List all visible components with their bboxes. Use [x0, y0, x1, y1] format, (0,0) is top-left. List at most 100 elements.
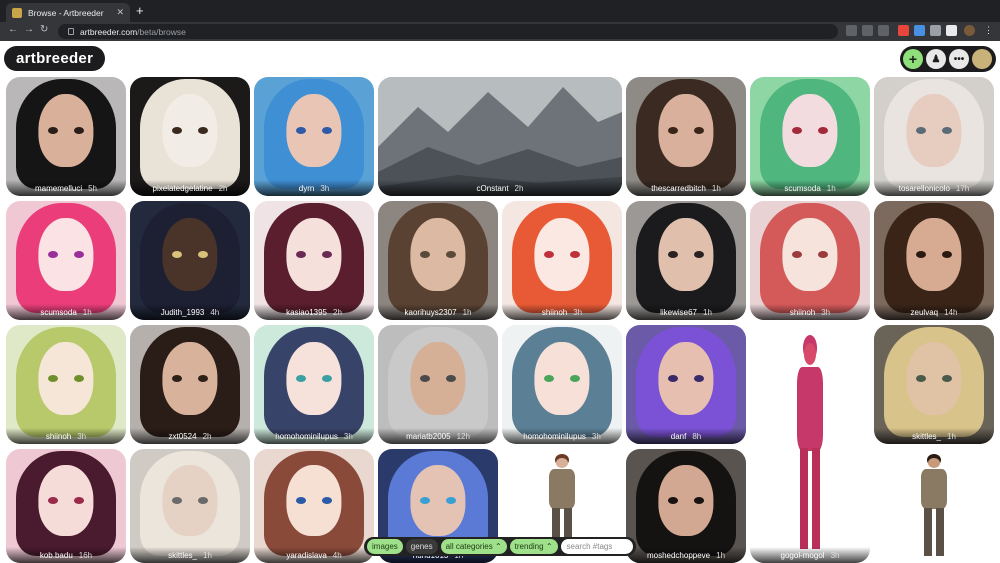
close-tab-icon[interactable]: ✕	[116, 7, 124, 18]
gallery-tile[interactable]: pixelatedgelatine 2h	[130, 77, 250, 196]
tile-username[interactable]: kasiao1395	[286, 308, 327, 317]
gallery-tile[interactable]: thescarredbitch 1h	[626, 77, 746, 196]
tile-username[interactable]: mamemelluci	[35, 184, 82, 193]
gallery-tile[interactable]: likewise67 1h	[626, 201, 746, 320]
tile-username[interactable]: thescarredbitch	[651, 184, 706, 193]
tile-username[interactable]: likewise67	[660, 308, 697, 317]
bell-icon[interactable]: ♟	[926, 49, 946, 69]
gallery-tile[interactable]: Judith_1993 4h	[130, 201, 250, 320]
gallery-tile[interactable]: zeulvaq 14h	[874, 201, 994, 320]
tile-username[interactable]: pixelatedgelatine	[153, 184, 213, 193]
gallery-tile[interactable]: homohominilupus 3h	[254, 325, 374, 444]
tile-username[interactable]: gogol-mogol	[781, 551, 825, 560]
artbreeder-logo[interactable]: artbreeder	[4, 46, 106, 71]
gallery-tile[interactable]: shiinoh 3h	[502, 201, 622, 320]
profile-avatar-icon[interactable]	[964, 25, 975, 36]
tile-username[interactable]: shiinoh	[790, 308, 815, 317]
gallery-tile[interactable]: skittles_ 1h	[874, 325, 994, 444]
extension-icon[interactable]	[914, 25, 925, 36]
plus-icon[interactable]: +	[903, 49, 923, 69]
address-bar[interactable]: artbreeder.com/beta/browse	[58, 24, 838, 39]
translate-icon[interactable]	[846, 25, 857, 36]
tile-username[interactable]: moshedchoppeve	[647, 551, 710, 560]
forward-icon[interactable]: →	[24, 24, 34, 35]
tile-username[interactable]: shiinoh	[46, 432, 71, 441]
gallery-tile[interactable]: cOnstant 2h	[378, 77, 622, 196]
gallery-tile[interactable]: mariatb2005 12h	[378, 325, 498, 444]
tile-username[interactable]: danf	[671, 432, 687, 441]
tile-username[interactable]: mariatb2005	[406, 432, 450, 441]
tile-username[interactable]: tosarellonicolo	[899, 184, 950, 193]
share-icon[interactable]	[862, 25, 873, 36]
tile-age: 1h	[462, 308, 472, 317]
tile-username[interactable]: dyrn	[299, 184, 315, 193]
gallery-tile[interactable]: kasiao1395 2h	[254, 201, 374, 320]
tile-username[interactable]: homohominilupus	[275, 432, 338, 441]
tile-username[interactable]: skittles_	[912, 432, 941, 441]
tile-username[interactable]: skittles_	[168, 551, 197, 560]
tile-age: 5h	[88, 184, 98, 193]
bookmark-star-icon[interactable]	[878, 25, 889, 36]
gallery-tile[interactable]: tosarellonicolo 17h	[874, 77, 994, 196]
tile-age: 2h	[514, 184, 524, 193]
tile-username[interactable]: zeulvaq	[911, 308, 939, 317]
tile-caption: moshedchoppeve 1h	[626, 547, 746, 563]
filter-bar: images genes all categories ⌃ trending ⌃…	[364, 537, 636, 556]
user-avatar[interactable]	[972, 49, 992, 69]
more-icon[interactable]: •••	[949, 49, 969, 69]
browser-tab[interactable]: Browse - Artbreeder ✕	[6, 3, 130, 22]
browser-toolbar: ← → ↻ artbreeder.com/beta/browse ⋮	[0, 22, 1000, 41]
tile-username[interactable]: shiinoh	[542, 308, 567, 317]
gallery-tile[interactable]: scumsoda 1h	[750, 77, 870, 196]
gallery-tile[interactable]: yaradislava 4h	[254, 449, 374, 563]
menu-icon[interactable]: ⋮	[984, 25, 995, 36]
images-toggle[interactable]: images	[367, 539, 403, 554]
tile-username[interactable]: kaorihuys2307	[405, 308, 457, 317]
gallery-tile[interactable]: dyrn 3h	[254, 77, 374, 196]
gallery-tile[interactable]: gogol-mogol 3h	[750, 325, 870, 563]
chevron-up-icon: ⌃	[545, 542, 553, 551]
tile-age: 1h	[711, 184, 721, 193]
gallery-tile[interactable]: kaorihuys2307 1h	[378, 201, 498, 320]
gallery-tile[interactable]: scumsoda 1h	[6, 201, 126, 320]
gallery-tile[interactable]: moshedchoppeve 1h	[626, 449, 746, 563]
new-tab-icon[interactable]: +	[136, 4, 144, 17]
gallery-tile[interactable]: mamemelluci 5h	[6, 77, 126, 196]
portrait-eyes	[792, 126, 828, 135]
tile-username[interactable]: yaradislava	[286, 551, 326, 560]
tile-username[interactable]: Judith_1993	[161, 308, 205, 317]
portrait-eyes	[544, 374, 580, 383]
tile-username[interactable]: homohominilupus	[523, 432, 586, 441]
tag-search-input[interactable]: search #tags	[560, 539, 633, 554]
genes-toggle[interactable]: genes	[405, 539, 438, 554]
tile-username[interactable]: scumsoda	[40, 308, 76, 317]
category-label: all categories	[445, 542, 493, 551]
tile-caption: yaradislava 4h	[254, 547, 374, 563]
gallery-tile[interactable]: danf 8h	[626, 325, 746, 444]
tile-username[interactable]: zxt0524	[169, 432, 197, 441]
reload-icon[interactable]: ↻	[40, 24, 48, 35]
tile-caption: danf 8h	[626, 428, 746, 444]
extension-icon[interactable]	[898, 25, 909, 36]
gallery-tile[interactable]: shiinoh 3h	[750, 201, 870, 320]
sort-dropdown[interactable]: trending ⌃	[509, 539, 558, 554]
tile-age: 12h	[456, 432, 470, 441]
tab-title: Browse - Artbreeder	[28, 7, 104, 18]
gallery-tile[interactable]: kob.badu 16h	[6, 449, 126, 563]
back-icon[interactable]: ←	[8, 24, 18, 35]
tile-age: 1h	[203, 551, 212, 560]
category-dropdown[interactable]: all categories ⌃	[440, 539, 507, 554]
tile-age: 4h	[210, 308, 220, 317]
tile-caption: scumsoda 1h	[750, 180, 870, 196]
tile-username[interactable]: scumsoda	[784, 184, 820, 193]
gallery-tile[interactable]: homohominilupus 3h	[502, 325, 622, 444]
gallery-tile[interactable]	[874, 449, 994, 563]
tile-username[interactable]: kob.badu	[40, 551, 73, 560]
puzzle-icon[interactable]	[930, 25, 941, 36]
gallery-tile[interactable]: skittles_ 1h	[130, 449, 250, 563]
portrait-eyes	[420, 496, 456, 504]
tile-username[interactable]: cOnstant	[477, 184, 509, 193]
sidebar-icon[interactable]	[946, 25, 957, 36]
gallery-tile[interactable]: zxt0524 2h	[130, 325, 250, 444]
gallery-tile[interactable]: shiinoh 3h	[6, 325, 126, 444]
